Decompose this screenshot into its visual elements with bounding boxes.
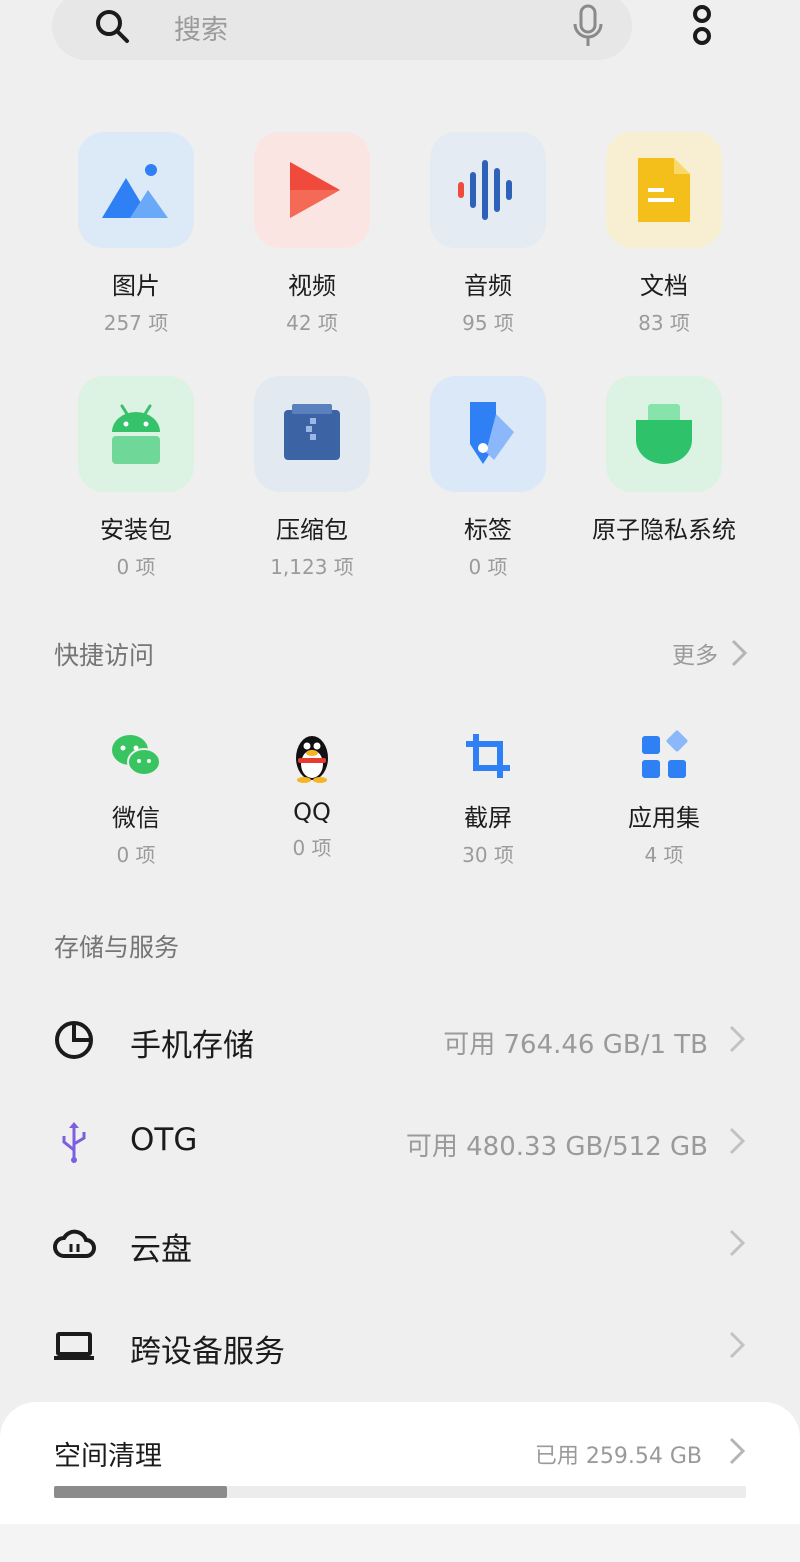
space-cleanup-card[interactable]: 空间清理 已用 259.54 GB xyxy=(0,1402,800,1524)
pie-chart-icon xyxy=(55,1021,93,1059)
category-archives[interactable]: 压缩包 1,123 项 xyxy=(224,376,400,580)
storage-row-cloud[interactable]: 云盘 xyxy=(0,1198,800,1288)
cleanup-title: 空间清理 xyxy=(54,1441,162,1472)
category-documents[interactable]: 文档 83 项 xyxy=(576,132,752,336)
chevron-right-icon xyxy=(729,1229,746,1257)
crop-icon xyxy=(458,726,518,786)
qq-penguin-icon xyxy=(282,726,342,786)
storage-section-title: 存储与服务 xyxy=(54,933,180,962)
tag-icon xyxy=(430,376,546,492)
document-icon xyxy=(606,132,722,248)
category-audio[interactable]: 音频 95 项 xyxy=(400,132,576,336)
bottom-nav-area xyxy=(0,1524,800,1562)
chevron-right-icon xyxy=(729,1127,746,1155)
usb-icon xyxy=(62,1122,86,1163)
zip-icon xyxy=(254,376,370,492)
search-placeholder: 搜索 xyxy=(174,15,228,46)
quick-item-qq[interactable]: QQ 0 项 xyxy=(224,726,400,861)
storage-row-phone[interactable]: 手机存储 可用 764.46 GB/1 TB xyxy=(0,994,800,1084)
quick-access-more[interactable]: 更多 xyxy=(672,636,748,670)
wechat-icon xyxy=(106,726,166,786)
category-videos[interactable]: 视频 42 项 xyxy=(224,132,400,336)
quick-item-screenshots[interactable]: 截屏 30 项 xyxy=(400,726,576,868)
audio-wave-icon xyxy=(430,132,546,248)
chevron-right-icon xyxy=(729,1437,746,1465)
quick-item-app-collection[interactable]: 应用集 4 项 xyxy=(576,726,752,868)
category-privacy[interactable]: 原子隐私系统 xyxy=(576,376,752,551)
cloud-icon xyxy=(53,1229,96,1258)
category-apk[interactable]: 安装包 0 项 xyxy=(48,376,224,580)
chevron-right-icon xyxy=(729,1025,746,1053)
laptop-icon xyxy=(54,1332,94,1360)
chevron-right-icon xyxy=(731,639,748,667)
chevron-right-icon xyxy=(729,1331,746,1359)
play-icon xyxy=(254,132,370,248)
storage-usage-fill xyxy=(54,1486,227,1498)
quick-access-title: 快捷访问 xyxy=(54,641,155,670)
cleanup-used: 已用 259.54 GB xyxy=(534,1444,702,1469)
storage-row-cross-device[interactable]: 跨设备服务 xyxy=(0,1300,800,1390)
category-images[interactable]: 图片 257 项 xyxy=(48,132,224,336)
search-icon xyxy=(96,10,129,43)
storage-row-otg[interactable]: OTG 可用 480.33 GB/512 GB xyxy=(0,1096,800,1186)
privacy-shield-icon xyxy=(606,376,722,492)
category-tags[interactable]: 标签 0 项 xyxy=(400,376,576,580)
microphone-icon[interactable] xyxy=(570,4,606,48)
search-bar[interactable]: 搜索 xyxy=(52,0,632,60)
more-options-icon[interactable] xyxy=(688,4,716,48)
image-icon xyxy=(78,132,194,248)
quick-item-wechat[interactable]: 微信 0 项 xyxy=(48,726,224,868)
android-icon xyxy=(78,376,194,492)
storage-usage-bar xyxy=(54,1486,746,1498)
app-grid-icon xyxy=(634,726,694,786)
